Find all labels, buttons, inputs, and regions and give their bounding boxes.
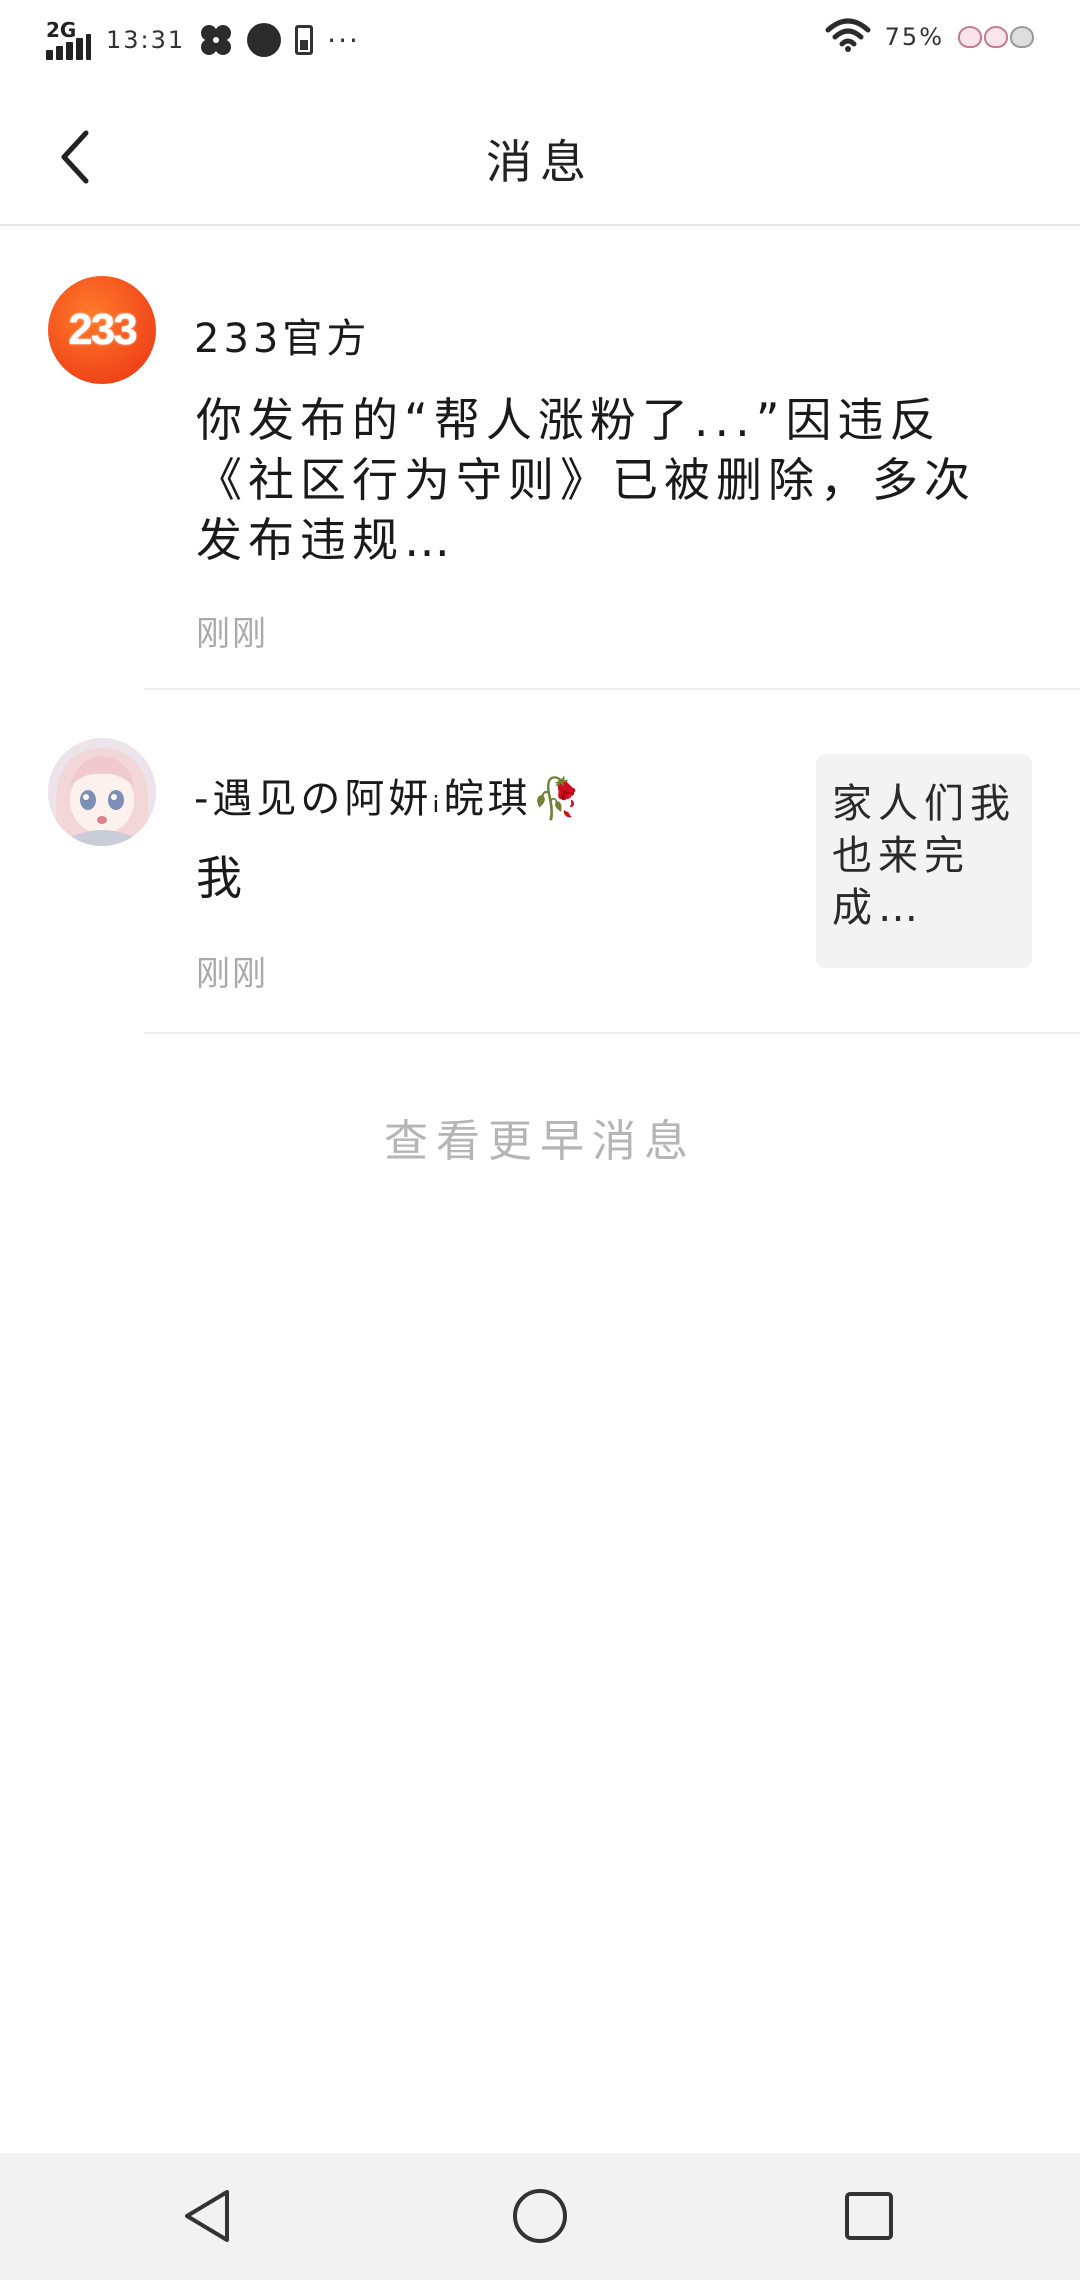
circle-home-icon <box>513 2189 567 2243</box>
square-recents-icon <box>845 2192 893 2240</box>
signal-icon: 2G <box>46 18 92 62</box>
gray-face-icon <box>1010 26 1034 48</box>
wifi-icon <box>825 18 871 56</box>
top-bar: 消息 <box>0 84 1080 226</box>
system-nav-bar <box>0 2153 1080 2280</box>
planet-icon <box>247 23 282 57</box>
sticker-icons <box>958 26 1034 48</box>
pinwheel-icon <box>199 23 233 57</box>
anime-girl-avatar-image <box>48 738 156 846</box>
page-title: 消息 <box>486 135 594 189</box>
message-time: 刚刚 <box>196 614 268 654</box>
load-earlier-messages-link[interactable]: 查看更早消息 <box>0 1105 1080 1169</box>
message-text: 我 <box>196 851 248 905</box>
messages-screen: 2G 13:31 ··· 75% 消息 233 233官方 你发布的“帮人涨粉了… <box>0 0 1080 2280</box>
message-row[interactable]: 233 233官方 你发布的“帮人涨粉了...”因违反《社区行为守则》已被删除，… <box>0 226 1080 690</box>
pink-face-icon <box>984 26 1008 48</box>
status-right: 75% <box>825 18 1034 56</box>
avatar[interactable] <box>48 738 156 846</box>
thumbnail-text: 家人们我也来完成… <box>832 781 1016 931</box>
triangle-back-icon <box>185 2190 229 2242</box>
status-left: 2G 13:31 ··· <box>46 18 360 62</box>
post-thumbnail[interactable]: 家人们我也来完成… <box>816 754 1032 968</box>
nav-recents-button[interactable] <box>836 2183 902 2249</box>
divider <box>144 1032 1080 1034</box>
battery-saver-icon <box>295 25 314 55</box>
network-type: 2G <box>46 18 77 42</box>
message-text: 你发布的“帮人涨粉了...”因违反《社区行为守则》已被删除，多次发布违规… <box>196 393 976 567</box>
more-notifications-icon: ··· <box>327 23 360 57</box>
pink-face-icon <box>958 26 982 48</box>
battery-percent: 75% <box>884 23 944 51</box>
status-bar: 2G 13:31 ··· 75% <box>0 0 1080 84</box>
avatar[interactable]: 233 <box>48 276 156 384</box>
nav-back-button[interactable] <box>174 2183 240 2249</box>
nav-home-button[interactable] <box>507 2183 573 2249</box>
sender-name: -遇见の阿妍ᵢ皖琪🥀 <box>194 776 586 822</box>
clock: 13:31 <box>106 26 186 54</box>
sender-name: 233官方 <box>194 316 371 362</box>
avatar-logo-text: 233 <box>68 305 137 354</box>
message-row[interactable]: -遇见の阿妍ᵢ皖琪🥀 我 刚刚 家人们我也来完成… <box>0 690 1080 1034</box>
message-time: 刚刚 <box>196 954 268 994</box>
